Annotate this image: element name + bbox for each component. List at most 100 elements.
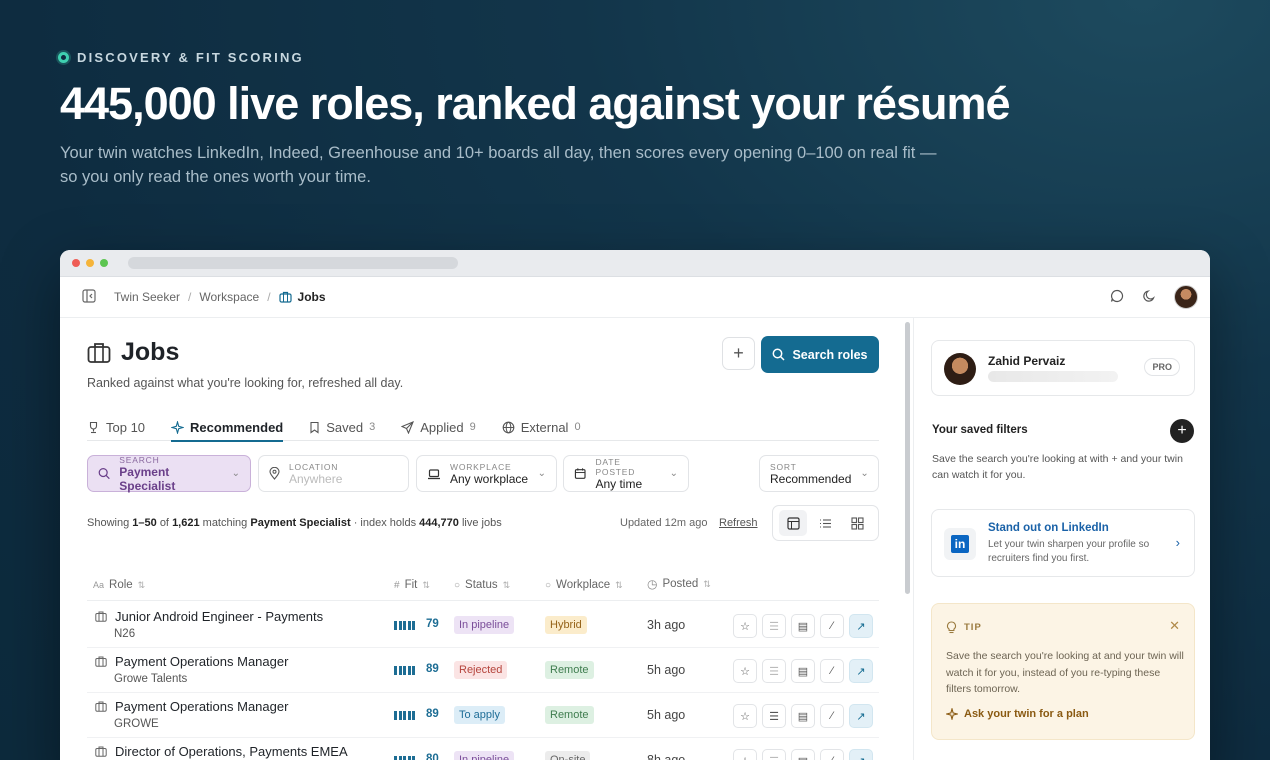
date-posted-filter[interactable]: DATE POSTED Any time ⌄ [563,455,689,492]
tab-saved[interactable]: Saved 3 [309,413,375,441]
sidebar-toggle-icon[interactable] [82,288,96,306]
filter-key: SORT [770,461,797,472]
column-role[interactable]: Aa Role ⇅ [93,579,145,591]
document-button[interactable]: ▤ [791,749,815,760]
table-row[interactable]: Director of Operations, Payments EMEA 80… [87,738,879,760]
tab-external[interactable]: External 0 [502,413,581,441]
column-status[interactable]: ○ Status ⇅ [454,579,510,591]
moon-icon[interactable] [1142,289,1156,306]
checklist-button[interactable]: ☰ [762,704,786,728]
profile-card[interactable]: Zahid Pervaiz PRO [931,340,1195,396]
column-label: Role [109,579,133,591]
saved-filters-title: Your saved filters [932,424,1028,436]
linkedin-title: Stand out on LinkedIn [988,522,1109,534]
search-roles-button[interactable]: Search roles [761,336,879,373]
posted-time: 5h ago [647,663,686,677]
breadcrumb-root[interactable]: Twin Seeker [114,290,180,304]
table-row[interactable]: Payment Operations Manager Growe Talents… [87,648,879,693]
job-role[interactable]: Payment Operations Manager [95,699,288,714]
table-view-button[interactable] [779,510,808,536]
maximize-dot[interactable] [100,259,108,267]
magic-wand-icon: ⁄ [831,620,833,632]
briefcase-icon [87,342,111,363]
breadcrumb: Twin Seeker / Workspace / Jobs [114,290,326,304]
row-actions: ☆ ☰ ▤ ⁄ ↗ [733,704,873,728]
star-button[interactable]: ☆ [733,659,757,683]
open-job-button[interactable]: ↗ [849,659,873,683]
grid-icon [851,516,864,530]
tab-top-10[interactable]: Top 10 [87,413,145,441]
linkedin-description: Let your twin sharpen your profile so re… [988,539,1150,564]
list-icon [819,518,831,528]
status-badge[interactable]: To apply [454,706,505,724]
document-icon: ▤ [797,665,809,678]
location-filter[interactable]: LOCATION Anywhere [258,455,409,492]
status-badge[interactable]: In pipeline [454,616,515,634]
column-workplace[interactable]: ○ Workplace ⇅ [545,579,623,591]
document-button[interactable]: ▤ [791,614,815,638]
column-label: Posted [662,578,699,590]
linkedin-card[interactable]: in Stand out on LinkedIn Let your twin s… [931,509,1195,577]
results-total: 1,621 [172,517,200,529]
list-view-button[interactable] [811,510,839,536]
filter-key: DATE POSTED [595,456,636,477]
results-index-total: 444,770 [419,517,459,529]
results-query: Payment Specialist [250,517,351,529]
document-button[interactable]: ▤ [791,659,815,683]
magic-wand-icon: ⁄ [831,665,833,677]
checklist-button[interactable]: ☰ [762,614,786,638]
magic-wand-icon: ⁄ [831,710,833,722]
magic-wand-button[interactable]: ⁄ [820,749,844,760]
search-filter[interactable]: SEARCH Payment Specialist ⌄ [87,455,251,493]
workplace-filter[interactable]: WORKPLACE Any workplace ⌄ [416,455,557,492]
column-fit[interactable]: # Fit ⇅ [394,579,430,591]
magic-wand-button[interactable]: ⁄ [820,659,844,683]
column-posted[interactable]: ◷ Posted ⇅ [647,577,711,591]
status-badge[interactable]: In pipeline [454,751,515,760]
briefcase-icon [95,701,107,712]
grid-view-button[interactable] [844,510,872,536]
document-button[interactable]: ▤ [791,704,815,728]
tab-label: Recommended [190,419,284,435]
chat-icon[interactable] [1110,289,1124,306]
checklist-button[interactable]: ☰ [762,749,786,760]
close-icon[interactable]: ✕ [1169,618,1180,634]
minimize-dot[interactable] [86,259,94,267]
job-role[interactable]: Junior Android Engineer - Payments [95,609,323,624]
avatar[interactable] [1174,285,1198,309]
open-job-button[interactable]: ↗ [849,614,873,638]
workplace-badge: On-site [545,751,591,760]
magic-wand-button[interactable]: ⁄ [820,614,844,638]
job-title: Payment Operations Manager [115,699,289,714]
app-window: Twin Seeker / Workspace / Jobs Jobs Rank… [60,250,1210,760]
job-role[interactable]: Payment Operations Manager [95,654,288,669]
add-saved-filter-button[interactable]: + [1170,419,1194,443]
arrow-up-right-icon: ↗ [856,620,866,633]
tab-applied[interactable]: Applied 9 [401,413,476,441]
open-job-button[interactable]: ↗ [849,749,873,760]
sort-select[interactable]: SORT Recommended ⌄ [759,455,879,492]
magic-wand-button[interactable]: ⁄ [820,704,844,728]
page-title: Jobs [87,338,179,367]
company-name: Growe Talents [114,673,188,685]
checklist-button[interactable]: ☰ [762,659,786,683]
star-button[interactable]: ☆ [733,614,757,638]
star-button[interactable]: ☆ [733,749,757,760]
open-job-button[interactable]: ↗ [849,704,873,728]
search-icon [773,348,785,361]
close-dot[interactable] [72,259,80,267]
tab-recommended[interactable]: Recommended [171,413,284,442]
scrollbar[interactable] [905,322,910,594]
ask-twin-link[interactable]: Ask your twin for a plan [946,708,1089,720]
job-role[interactable]: Director of Operations, Payments EMEA [95,744,348,759]
status-badge[interactable]: Rejected [454,661,508,679]
table-row[interactable]: Junior Android Engineer - Payments N26 7… [87,603,879,648]
refresh-link[interactable]: Refresh [719,517,758,529]
star-button[interactable]: ☆ [733,704,757,728]
add-button[interactable]: + [722,337,755,370]
address-bar[interactable] [128,257,458,269]
breadcrumb-workspace[interactable]: Workspace [199,290,259,304]
table-row[interactable]: Payment Operations Manager GROWE 89 To a… [87,693,879,738]
row-actions: ☆ ☰ ▤ ⁄ ↗ [733,659,873,683]
send-icon [401,420,415,434]
